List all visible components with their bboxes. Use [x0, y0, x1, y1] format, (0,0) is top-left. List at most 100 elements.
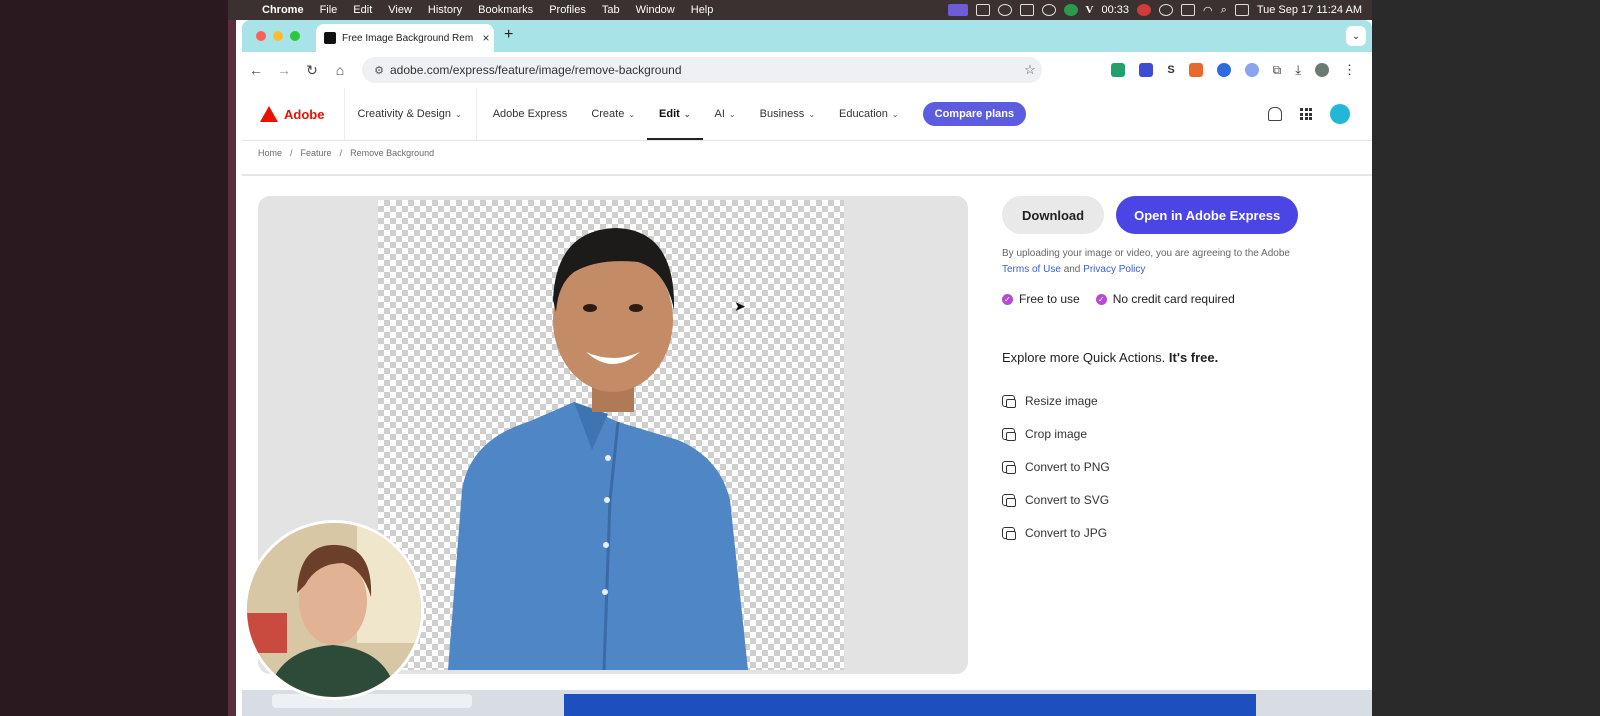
nav-label: Edit — [659, 108, 680, 120]
profile-avatar[interactable] — [1315, 63, 1329, 77]
extensions-area: S ⧉ ⤓ ⋮ — [1111, 62, 1372, 78]
adobe-logo[interactable]: Adobe — [242, 88, 346, 140]
extension-icon[interactable] — [1216, 63, 1231, 77]
control-center-icon[interactable] — [1234, 4, 1249, 16]
quick-action-convert-png[interactable]: Convert to PNG — [1002, 458, 1110, 475]
header-utilities — [1268, 104, 1372, 124]
close-window-button[interactable] — [256, 31, 266, 41]
search-icon[interactable]: ⌕ — [1221, 4, 1227, 17]
breadcrumb: Home / Feature / Remove Background — [258, 148, 434, 158]
status-icon[interactable] — [975, 4, 990, 16]
site-info-icon[interactable]: ⚙ — [368, 64, 390, 77]
extension-s-icon[interactable]: S — [1167, 64, 1174, 76]
back-arrow-icon[interactable]: ← — [242, 62, 270, 78]
chrome-status-icon[interactable] — [1063, 4, 1078, 16]
home-icon[interactable]: ⌂ — [326, 62, 354, 78]
menu-tab[interactable]: Tab — [594, 4, 628, 16]
check-circle-icon: ✓ — [1002, 293, 1013, 305]
nav-business[interactable]: Business ⌄ — [748, 88, 827, 140]
menu-edit[interactable]: Edit — [345, 4, 380, 16]
menu-help[interactable]: Help — [683, 4, 722, 16]
chrome-menu-icon[interactable]: ⋮ — [1343, 62, 1356, 78]
breadcrumb-home[interactable]: Home — [258, 148, 282, 158]
desktop-window-edge — [228, 0, 236, 716]
quick-actions-list: Resize image Crop image Convert to PNG C… — [1002, 392, 1110, 541]
status-icon[interactable] — [997, 4, 1012, 16]
cutout-person-image — [448, 228, 748, 670]
app-switcher-grid-icon[interactable] — [1300, 108, 1312, 120]
screen-share-icon[interactable] — [947, 4, 968, 16]
chevron-down-icon: ⌄ — [891, 109, 899, 119]
close-tab-icon[interactable]: × — [478, 31, 494, 45]
quick-action-resize-image[interactable]: Resize image — [1002, 392, 1110, 409]
play-icon[interactable] — [1159, 4, 1174, 16]
quick-action-crop-image[interactable]: Crop image — [1002, 425, 1110, 442]
terms-of-use-link[interactable]: Terms of Use — [1002, 264, 1061, 275]
nav-create[interactable]: Create ⌄ — [579, 88, 647, 140]
nav-label: Adobe Express — [492, 108, 568, 120]
address-bar[interactable]: ⚙ adobe.com/express/feature/image/remove… — [362, 57, 1042, 83]
new-tab-button[interactable]: + — [504, 26, 513, 44]
menu-bookmarks[interactable]: Bookmarks — [470, 4, 541, 16]
terms-notice: By uploading your image or video, you ar… — [1002, 246, 1332, 278]
menu-file[interactable]: File — [312, 4, 346, 16]
adobe-favicon — [324, 32, 336, 44]
menubar-status-area: V 00:33 ◠ ⌕ Tue Sep 17 11:24 AM — [947, 4, 1372, 17]
cloud-icon[interactable] — [1041, 4, 1056, 16]
compare-plans-button[interactable]: Compare plans — [922, 102, 1027, 126]
forward-arrow-icon[interactable]: → — [270, 62, 298, 78]
menu-profiles[interactable]: Profiles — [541, 4, 594, 16]
extension-icon[interactable] — [1188, 63, 1203, 77]
vimeo-icon[interactable]: V — [1086, 4, 1094, 16]
nav-label: Business — [759, 108, 805, 120]
battery-icon[interactable] — [1181, 4, 1196, 16]
convert-icon — [1002, 460, 1016, 474]
badge-label: No credit card required — [1112, 292, 1235, 306]
nav-label: AI — [714, 108, 725, 120]
download-icon[interactable]: ⤓ — [1295, 62, 1301, 78]
nav-ai[interactable]: AI ⌄ — [703, 88, 748, 140]
wifi-icon[interactable]: ◠ — [1203, 4, 1213, 17]
action-buttons: Download Open in Adobe Express — [1002, 196, 1299, 234]
breadcrumb-feature[interactable]: Feature — [301, 148, 332, 158]
recording-timer: 00:33 — [1101, 4, 1130, 16]
section-divider — [242, 174, 1372, 176]
extensions-puzzle-icon[interactable]: ⧉ — [1273, 63, 1282, 78]
user-avatar[interactable] — [1330, 104, 1350, 124]
breadcrumb-separator: / — [290, 148, 293, 158]
explore-text: Explore more Quick Actions. — [1002, 350, 1166, 365]
download-button[interactable]: Download — [1002, 196, 1105, 234]
nav-adobe-express[interactable]: Adobe Express — [481, 88, 580, 140]
status-icon[interactable] — [1019, 4, 1034, 16]
minimize-window-button[interactable] — [273, 31, 283, 41]
nav-creativity-design[interactable]: Creativity & Design ⌄ — [345, 88, 477, 140]
bookmark-star-icon[interactable]: ☆ — [1018, 62, 1042, 78]
privacy-policy-link[interactable]: Privacy Policy — [1083, 264, 1145, 275]
tab-search-chevron-icon[interactable]: ⌄ — [1346, 26, 1366, 46]
nav-education[interactable]: Education ⌄ — [827, 88, 911, 140]
nav-edit[interactable]: Edit ⌄ — [647, 88, 702, 140]
address-url[interactable]: adobe.com/express/feature/image/remove-b… — [390, 63, 1018, 77]
explore-quick-actions-heading: Explore more Quick Actions. It's free. — [1002, 350, 1218, 365]
zoom-window-button[interactable] — [290, 31, 300, 41]
quick-action-convert-svg[interactable]: Convert to SVG — [1002, 491, 1110, 508]
bell-icon[interactable] — [1268, 107, 1282, 121]
extension-icon[interactable] — [1139, 63, 1154, 77]
badge-free-to-use: ✓ Free to use — [1002, 292, 1080, 306]
tab-title: Free Image Background Rem — [342, 32, 474, 44]
extension-icon[interactable] — [1111, 63, 1126, 77]
menu-chrome[interactable]: Chrome — [254, 4, 312, 16]
nav-label: Education — [838, 108, 888, 120]
extension-icon[interactable] — [1244, 63, 1259, 77]
reload-icon[interactable]: ↻ — [298, 62, 326, 79]
menu-view[interactable]: View — [380, 4, 420, 16]
menu-window[interactable]: Window — [628, 4, 683, 16]
browser-tab-active[interactable]: Free Image Background Rem × — [316, 24, 494, 52]
quick-action-convert-jpg[interactable]: Convert to JPG — [1002, 524, 1110, 541]
menu-history[interactable]: History — [420, 4, 470, 16]
window-controls — [256, 31, 300, 41]
record-icon[interactable] — [1137, 4, 1152, 16]
webcam-overlay — [244, 520, 424, 700]
open-in-adobe-express-button[interactable]: Open in Adobe Express — [1116, 196, 1299, 234]
badge-no-credit-card: ✓ No credit card required — [1095, 292, 1235, 306]
